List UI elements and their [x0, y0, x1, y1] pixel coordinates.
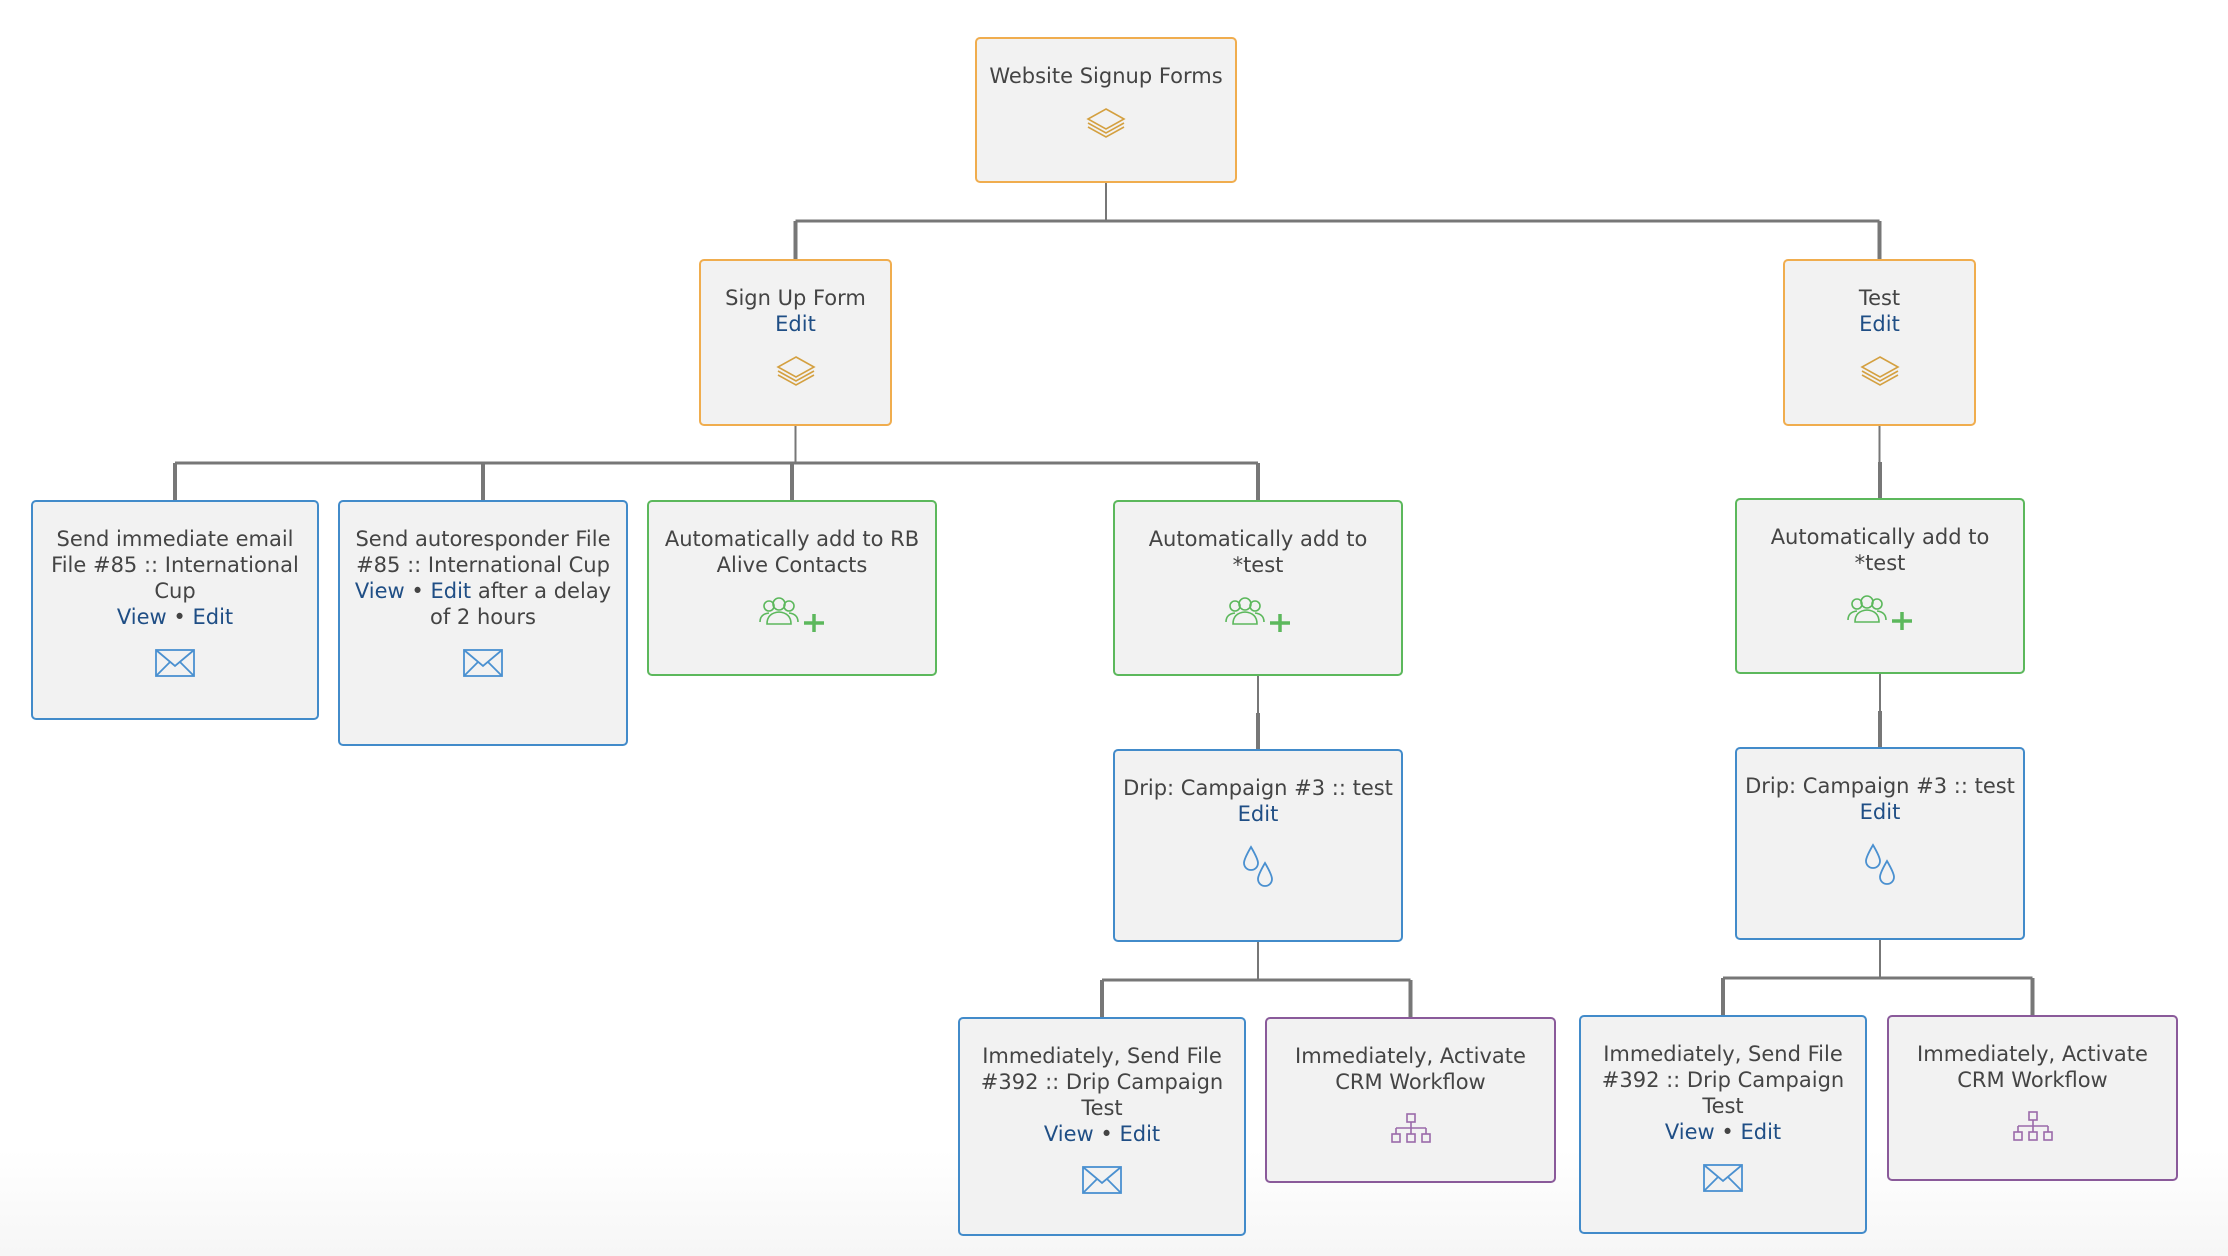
node-website-signup-forms: Website Signup Forms [975, 37, 1237, 183]
edit-link[interactable]: Edit [430, 579, 471, 603]
sitemap-icon [2012, 1111, 2053, 1141]
sitemap-icon [1390, 1113, 1431, 1143]
node-drip-campaign: Drip: Campaign #3 :: test Edit [1735, 747, 2025, 940]
node-activate-crm-workflow: Immediately, Activate CRM Workflow [1887, 1015, 2178, 1181]
node-send-autoresponder: Send autoresponder File #85 :: Internati… [338, 500, 628, 746]
node-test-form: Test Edit [1783, 259, 1976, 426]
envelope-icon [1703, 1164, 1743, 1192]
node-title: Send autoresponder File #85 :: Internati… [355, 527, 611, 577]
edit-link[interactable]: Edit [1860, 800, 1901, 824]
node-title: Automatically add to RB Alive Contacts [664, 527, 920, 577]
node-title: Test [1858, 286, 1901, 310]
view-link[interactable]: View [1044, 1122, 1094, 1146]
view-link[interactable]: View [355, 579, 405, 603]
node-add-to-test: Automatically add to *test [1735, 498, 2025, 674]
edit-link[interactable]: Edit [192, 605, 233, 629]
node-title: Send immediate email File #85 :: Interna… [51, 527, 299, 603]
node-drip-campaign: Drip: Campaign #3 :: test Edit [1113, 749, 1403, 942]
edit-link[interactable]: Edit [1740, 1120, 1781, 1144]
separator: • [173, 605, 186, 629]
separator: • [1721, 1120, 1734, 1144]
node-title: Website Signup Forms [989, 64, 1223, 88]
envelope-icon [463, 649, 503, 677]
edit-link[interactable]: Edit [775, 312, 816, 336]
node-activate-crm-workflow: Immediately, Activate CRM Workflow [1265, 1017, 1556, 1183]
separator: • [411, 579, 424, 603]
node-add-rb-alive-contacts: Automatically add to RB Alive Contacts [647, 500, 937, 676]
view-link[interactable]: View [117, 605, 167, 629]
view-link[interactable]: View [1665, 1120, 1715, 1144]
drops-icon [1865, 843, 1895, 885]
node-title: Immediately, Activate CRM Workflow [1917, 1042, 2148, 1092]
edit-link[interactable]: Edit [1119, 1122, 1160, 1146]
node-title: Immediately, Activate CRM Workflow [1295, 1044, 1526, 1094]
layers-icon [1086, 108, 1126, 138]
node-title: Immediately, Send File #392 :: Drip Camp… [980, 1044, 1224, 1120]
envelope-icon [1082, 1166, 1122, 1194]
node-send-immediate-email: Send immediate email File #85 :: Interna… [31, 500, 319, 720]
node-title: Drip: Campaign #3 :: test [1745, 774, 2015, 798]
node-send-file-392: Immediately, Send File #392 :: Drip Camp… [1579, 1015, 1867, 1234]
node-title: Sign Up Form [725, 286, 866, 310]
edit-link[interactable]: Edit [1238, 802, 1279, 826]
node-sign-up-form: Sign Up Form Edit [699, 259, 892, 426]
node-title: Automatically add to *test [1148, 527, 1368, 577]
drops-icon [1243, 845, 1273, 887]
node-send-file-392: Immediately, Send File #392 :: Drip Camp… [958, 1017, 1246, 1236]
layers-icon [775, 356, 816, 386]
add-group-icon [1225, 597, 1290, 632]
layers-icon [1859, 356, 1900, 386]
envelope-icon [155, 649, 195, 677]
edit-link[interactable]: Edit [1859, 312, 1900, 336]
node-title: Immediately, Send File #392 :: Drip Camp… [1601, 1042, 1845, 1118]
node-add-to-test: Automatically add to *test [1113, 500, 1403, 676]
node-title: Automatically add to *test [1770, 525, 1990, 575]
separator: • [1100, 1122, 1113, 1146]
node-title: Drip: Campaign #3 :: test [1123, 776, 1393, 800]
add-group-icon [759, 597, 824, 632]
add-group-icon [1847, 595, 1912, 630]
